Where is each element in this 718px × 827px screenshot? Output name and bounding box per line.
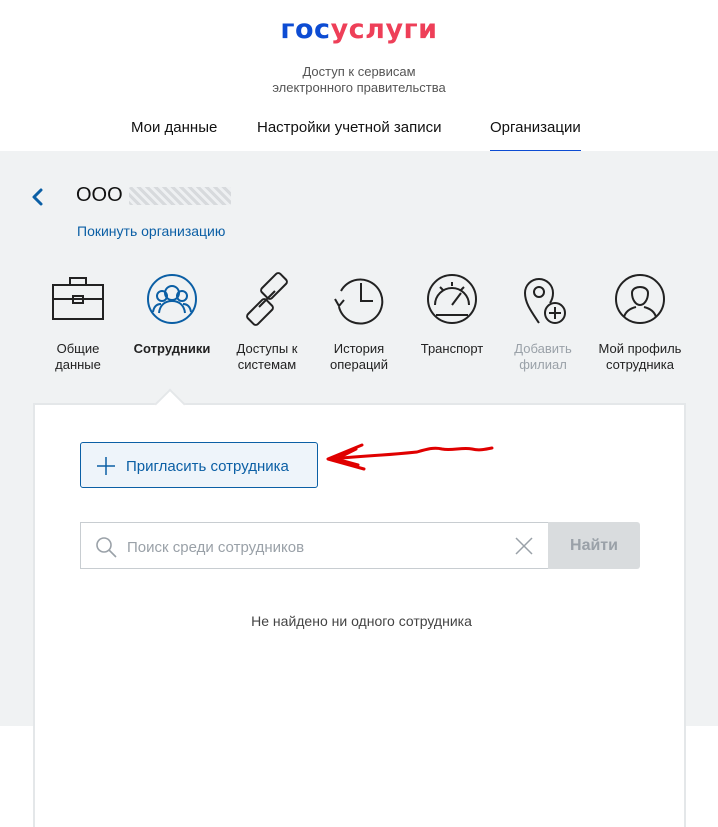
search-icon [96,537,117,558]
tile-label: Доступы к системам [236,341,298,372]
profile-icon [615,274,665,324]
speedometer-icon [427,274,477,324]
employee-search-input[interactable] [125,531,509,563]
plus-icon [97,457,115,475]
back-button[interactable] [30,187,46,207]
org-name-text: ООО [76,184,123,206]
leave-organization-link[interactable]: Покинуть организацию [77,223,225,239]
tile-label: Сотрудники [133,341,211,356]
tile-label: Мой профиль сотрудника [598,341,682,372]
tile-label: Транспорт [420,341,484,356]
employee-search [80,522,548,569]
redacted-org-name [128,186,231,205]
tile-label: Общие данные [55,341,101,372]
tagline-line-2: электронного правительства [272,80,446,95]
tile-add-branch[interactable]: Добавить филиал [498,269,588,373]
tile-transport[interactable]: Транспорт [407,269,497,357]
nav-my-data[interactable]: Мои данные [131,119,217,151]
chain-link-icon [246,272,288,326]
tagline-line-1: Доступ к сервисам [302,64,416,79]
org-tiles: Общие данные Сотрудники Доступы к систем… [0,269,718,379]
panel-pointer [154,388,186,420]
nav-organizations[interactable]: Организации [490,119,581,153]
org-title: ООО [76,184,231,207]
find-button[interactable]: Найти [548,522,640,569]
gosuslugi-logo[interactable]: госуслуги [0,14,718,45]
invite-employee-button[interactable]: Пригласить сотрудника [80,442,318,488]
logo-part-1: гос [280,14,331,45]
invite-employee-label: Пригласить сотрудника [126,458,289,475]
tile-system-access[interactable]: Доступы к системам [222,269,312,373]
top-nav: Мои данные Настройки учетной записи Орга… [0,119,718,153]
tile-history[interactable]: История операций [314,269,404,373]
chevron-left-icon [32,188,43,206]
tile-my-profile[interactable]: Мой профиль сотрудника [595,269,685,373]
tagline: Доступ к сервисам электронного правитель… [0,64,718,96]
briefcase-icon [52,277,104,320]
close-icon[interactable] [514,536,534,556]
history-clock-icon [334,278,384,325]
tile-general-data[interactable]: Общие данные [33,269,123,373]
nav-account-settings[interactable]: Настройки учетной записи [257,119,442,151]
tile-employees[interactable]: Сотрудники [127,269,217,357]
tile-label: Добавить филиал [514,341,572,372]
tile-label: История операций [330,341,388,372]
logo-part-2: услуги [330,14,438,45]
employees-icon [147,274,197,324]
empty-result-message: Не найдено ни одного сотрудника [251,613,472,629]
annotation-arrow-icon [326,443,494,471]
add-location-icon [523,278,566,324]
